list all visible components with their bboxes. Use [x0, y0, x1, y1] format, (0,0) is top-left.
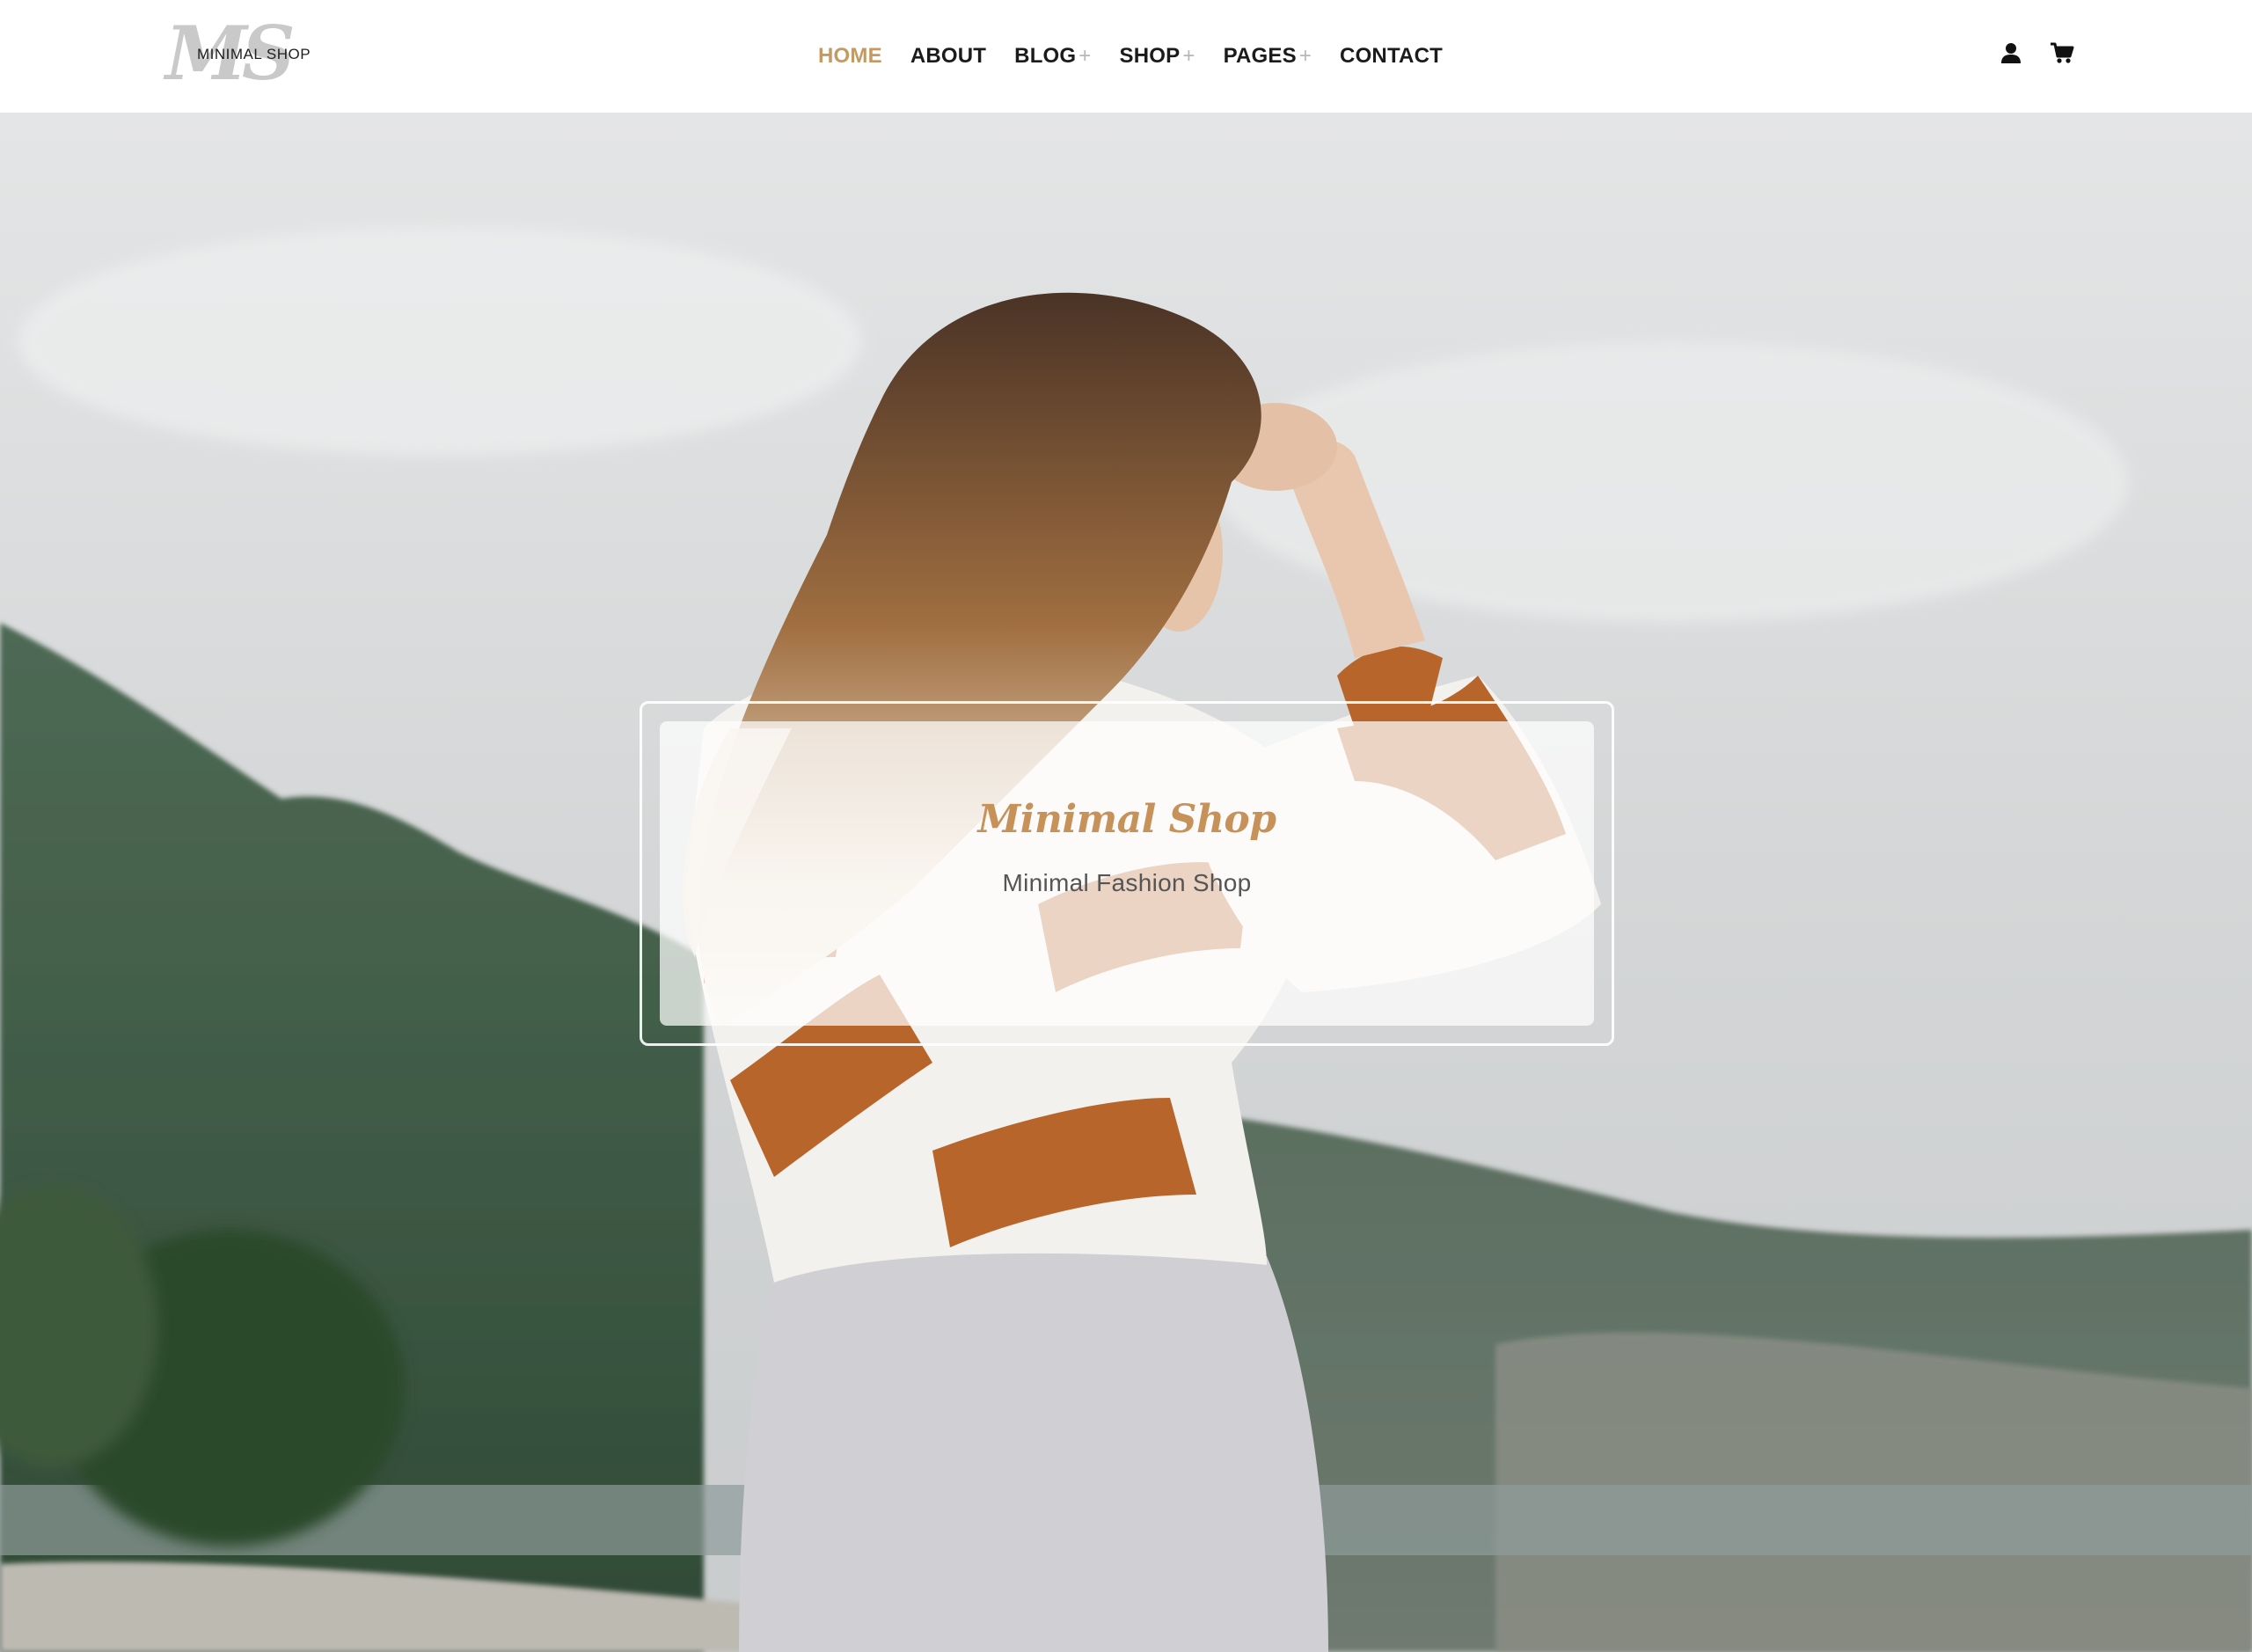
site-header: MS MINIMAL SHOP HOME ABOUT BLOG + SHOP +… [0, 0, 2252, 113]
nav-list: HOME ABOUT BLOG + SHOP + PAGES + CONTACT [804, 44, 1457, 69]
main-nav: HOME ABOUT BLOG + SHOP + PAGES + CONTACT [0, 0, 2252, 113]
nav-item-label: HOME [818, 44, 882, 68]
user-icon[interactable] [1999, 40, 2023, 65]
nav-item-about[interactable]: ABOUT [910, 44, 986, 69]
plus-icon: + [1182, 44, 1195, 68]
hero-title: Minimal Shop [977, 797, 1276, 842]
nav-item-label: CONTACT [1340, 44, 1443, 68]
nav-item-blog[interactable]: BLOG + [1014, 44, 1091, 69]
nav-item-pages[interactable]: PAGES + [1224, 44, 1312, 69]
logo-text: MINIMAL SHOP [197, 46, 311, 62]
nav-item-label: BLOG [1014, 44, 1077, 68]
nav-item-label: PAGES [1223, 44, 1297, 68]
nav-item-shop[interactable]: SHOP + [1120, 44, 1195, 69]
nav-item-label: ABOUT [910, 44, 987, 68]
nav-item-label: SHOP [1119, 44, 1181, 68]
hero-section: Minimal Shop Minimal Fashion Shop [0, 113, 2252, 1652]
nav-item-contact[interactable]: CONTACT [1340, 44, 1443, 69]
hero-subtitle: Minimal Fashion Shop [1002, 869, 1252, 896]
plus-icon: + [1078, 44, 1092, 68]
header-icons [1999, 40, 2074, 65]
plus-icon: + [1298, 44, 1312, 68]
logo[interactable]: MS MINIMAL SHOP [165, 16, 311, 91]
hero-card: Minimal Shop Minimal Fashion Shop [660, 721, 1594, 1026]
nav-item-home[interactable]: HOME [818, 44, 882, 69]
cart-icon[interactable] [2050, 40, 2074, 65]
